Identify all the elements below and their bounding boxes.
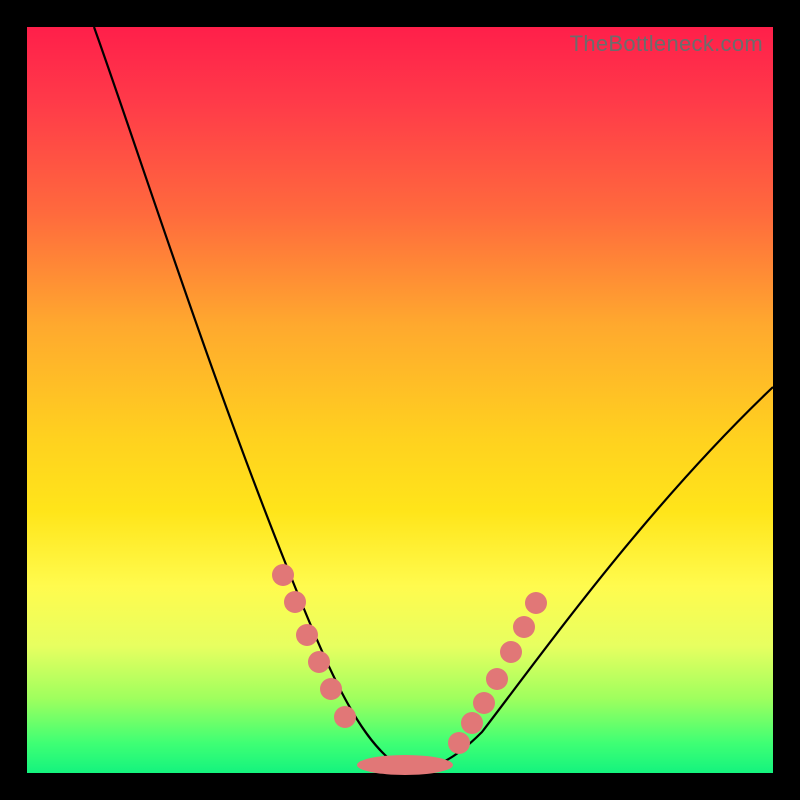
curve-marker: [473, 692, 495, 714]
curve-marker: [525, 592, 547, 614]
bottleneck-curve: [94, 27, 773, 768]
curve-marker: [284, 591, 306, 613]
curve-marker: [448, 732, 470, 754]
curve-marker: [461, 712, 483, 734]
curve-marker: [308, 651, 330, 673]
curve-bottom-bar: [357, 755, 453, 775]
plot-area: TheBottleneck.com: [27, 27, 773, 773]
curve-marker: [500, 641, 522, 663]
curve-marker: [513, 616, 535, 638]
curve-marker: [334, 706, 356, 728]
curve-marker: [272, 564, 294, 586]
curve-marker: [296, 624, 318, 646]
curve-marker: [320, 678, 342, 700]
chart-frame: TheBottleneck.com: [0, 0, 800, 800]
curve-marker: [486, 668, 508, 690]
curve-layer: [27, 27, 773, 773]
